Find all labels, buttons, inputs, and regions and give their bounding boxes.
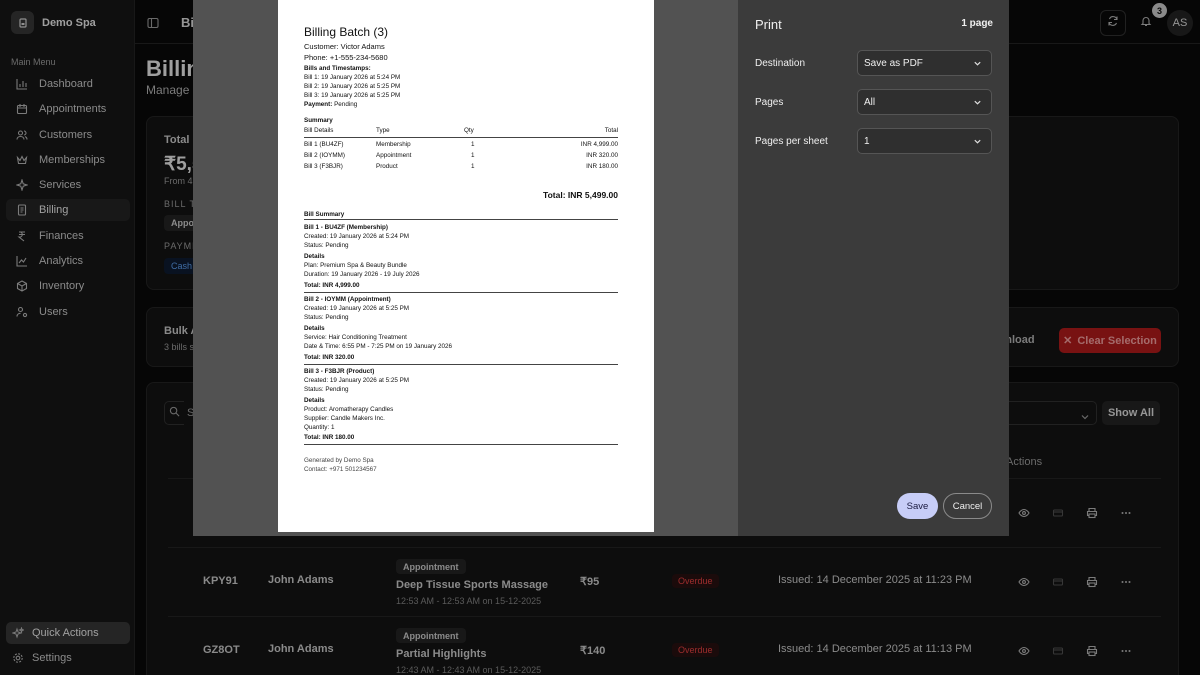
- doc-th: Bill Details: [304, 127, 334, 134]
- doc-bill-total: Total: INR 4,999.00: [304, 282, 360, 289]
- doc-bill-detail: Service: Hair Conditioning Treatment: [304, 334, 407, 341]
- pages-label: Pages: [755, 97, 784, 108]
- chevron-down-icon: [973, 98, 982, 107]
- doc-timestamp: Bill 1: 19 January 2026 at 5:24 PM: [304, 74, 401, 81]
- doc-bill-detail: Supplier: Candle Makers Inc.: [304, 415, 385, 422]
- doc-bill-details-label: Details: [304, 397, 325, 404]
- doc-payment-value: Pending: [332, 101, 358, 108]
- doc-bill-status: Status: Pending: [304, 242, 349, 249]
- pages-per-sheet-value: 1: [864, 135, 870, 147]
- doc-bill-detail: Plan: Premium Spa & Beauty Bundle: [304, 262, 407, 269]
- doc-title: Billing Batch (3): [304, 25, 389, 39]
- doc-timestamp: Bill 3: 19 January 2026 at 5:25 PM: [304, 92, 401, 99]
- doc-payment: Payment: Pending: [304, 100, 357, 109]
- doc-td: Product: [376, 163, 398, 170]
- save-button[interactable]: Save: [897, 493, 938, 519]
- doc-bill-created: Created: 19 January 2026 at 5:25 PM: [304, 377, 410, 384]
- doc-bill-total: Total: INR 180.00: [304, 434, 355, 441]
- doc-th: Qty: [464, 127, 474, 134]
- doc-rule: [304, 364, 618, 365]
- doc-td: INR 180.00: [586, 163, 618, 170]
- doc-bill-status: Status: Pending: [304, 386, 349, 393]
- doc-td: Bill 3 (F3BJR): [304, 163, 343, 170]
- doc-bill-details-label: Details: [304, 325, 325, 332]
- destination-value: Save as PDF: [864, 57, 923, 69]
- doc-td: 1: [471, 163, 475, 170]
- doc-grand-total: Total: INR 5,499.00: [543, 190, 618, 200]
- doc-bill-head: Bill 2 - IOYMM (Appointment): [304, 296, 391, 303]
- destination-select[interactable]: Save as PDF: [857, 50, 992, 76]
- doc-bill-summary-heading: Bill Summary: [304, 211, 345, 218]
- doc-td: INR 4,999.00: [580, 141, 618, 148]
- doc-summary-heading: Summary: [304, 117, 333, 124]
- pages-select[interactable]: All: [857, 89, 992, 115]
- doc-timestamp: Bill 2: 19 January 2026 at 5:25 PM: [304, 83, 401, 90]
- doc-bill-status: Status: Pending: [304, 314, 349, 321]
- pages-value: All: [864, 96, 876, 108]
- cancel-button[interactable]: Cancel: [943, 493, 992, 519]
- doc-bill-detail: Product: Aromatherapy Candles: [304, 406, 394, 413]
- doc-td: Bill 1 (BU4ZF): [304, 141, 344, 148]
- print-preview: Billing Batch (3) Customer: Victor Adams…: [193, 0, 738, 536]
- print-dialog: Billing Batch (3) Customer: Victor Adams…: [193, 0, 1009, 536]
- doc-rule: [304, 137, 618, 138]
- chevron-down-icon: [973, 137, 982, 146]
- print-settings-panel: Print 1 page Destination Save as PDF Pag…: [738, 0, 1009, 536]
- doc-bill-head: Bill 1 - BU4ZF (Membership): [304, 224, 388, 231]
- doc-bill-detail: Quantity: 1: [304, 424, 335, 431]
- doc-phone: Phone: +1-555-234-5680: [304, 53, 388, 62]
- print-title: Print: [755, 17, 782, 32]
- doc-th: Type: [376, 127, 390, 134]
- pages-per-sheet-select[interactable]: 1: [857, 128, 992, 154]
- doc-td: Membership: [376, 141, 411, 148]
- doc-bill-total: Total: INR 320.00: [304, 354, 355, 361]
- doc-td: 1: [471, 152, 475, 159]
- doc-bill-created: Created: 19 January 2026 at 5:25 PM: [304, 305, 410, 312]
- doc-bill-detail: Date & Time: 6:55 PM - 7:25 PM on 19 Jan…: [304, 343, 453, 350]
- doc-bill-detail: Duration: 19 January 2026 - 19 July 2026: [304, 271, 420, 278]
- doc-th: Total: [604, 127, 618, 134]
- doc-bill-details-label: Details: [304, 253, 325, 260]
- chevron-down-icon: [973, 59, 982, 68]
- pages-per-sheet-label: Pages per sheet: [755, 136, 828, 147]
- destination-label: Destination: [755, 58, 806, 69]
- doc-customer: Customer: Victor Adams: [304, 42, 385, 51]
- doc-payment-label: Payment:: [304, 101, 333, 108]
- doc-td: Appointment: [376, 152, 412, 159]
- doc-td: INR 320.00: [586, 152, 618, 159]
- doc-footer-contact: Contact: +971 501234567: [304, 466, 377, 473]
- doc-rule: [304, 219, 618, 220]
- doc-bill-head: Bill 3 - F3BJR (Product): [304, 368, 375, 375]
- doc-rule: [304, 444, 618, 445]
- doc-bill-created: Created: 19 January 2026 at 5:24 PM: [304, 233, 410, 240]
- doc-footer-generated: Generated by Demo Spa: [304, 457, 374, 464]
- preview-page: Billing Batch (3) Customer: Victor Adams…: [278, 0, 654, 532]
- doc-td: Bill 2 (IOYMM): [304, 152, 345, 159]
- doc-timestamps-heading: Bills and Timestamps:: [304, 65, 371, 72]
- doc-td: 1: [471, 141, 475, 148]
- doc-rule: [304, 292, 618, 293]
- page-count: 1 page: [961, 18, 993, 29]
